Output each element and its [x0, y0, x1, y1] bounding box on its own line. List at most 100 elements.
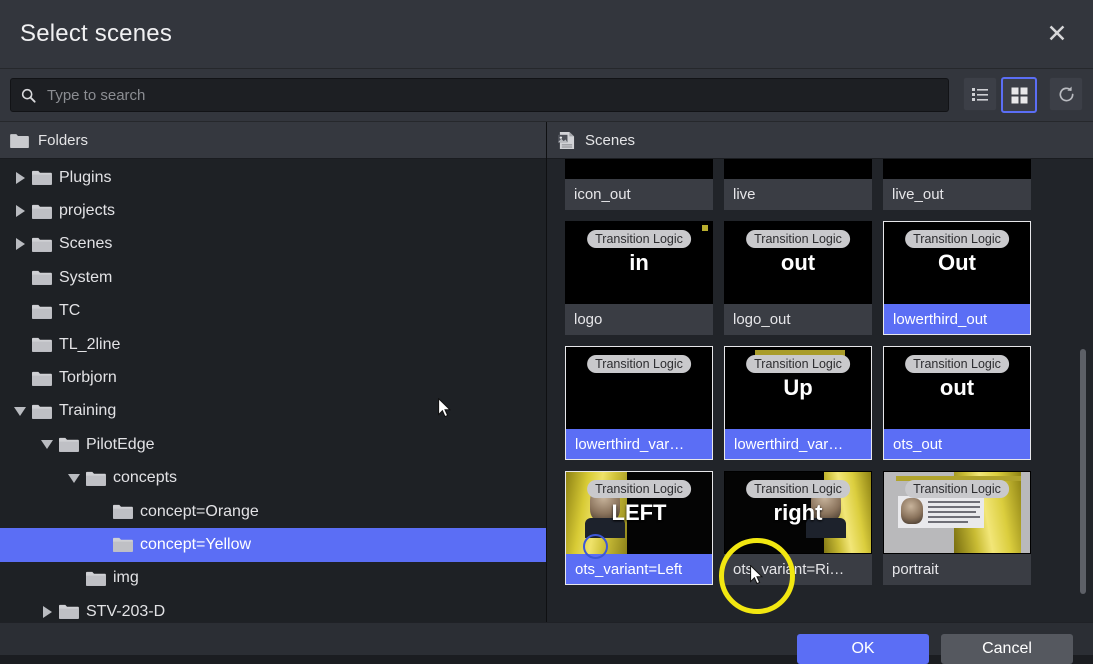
- folder-icon: [32, 371, 52, 386]
- scene-thumbnail-text: Out: [938, 250, 976, 276]
- scene-thumbnail[interactable]: rightTransition Logic: [724, 471, 872, 554]
- transition-logic-badge: Transition Logic: [905, 230, 1009, 248]
- tree-twisty[interactable]: [62, 474, 86, 483]
- scene-thumbnail[interactable]: Out Transition Logic: [883, 221, 1031, 304]
- tree-twisty[interactable]: [8, 205, 32, 217]
- tree-twisty[interactable]: [8, 172, 32, 184]
- tree-item-concept-orange[interactable]: concept=Orange: [0, 495, 546, 528]
- folders-pane: Folders Plugins projects ScenesSystem TC TL_…: [0, 122, 547, 622]
- folder-icon: [32, 304, 52, 319]
- folder-icon: [86, 471, 106, 486]
- tree-item-concepts[interactable]: concepts: [0, 462, 546, 495]
- dialog-title: Select scenes: [0, 20, 172, 48]
- scene-tile[interactable]: out Transition Logic logo_out: [724, 221, 872, 335]
- tree-item-system[interactable]: System: [0, 261, 546, 294]
- folders-pane-header: Folders: [0, 122, 546, 159]
- scene-tile[interactable]: outicon_out: [565, 159, 713, 210]
- tree-twisty[interactable]: [35, 606, 59, 618]
- chevron-right-icon: [16, 172, 25, 184]
- scene-thumbnail[interactable]: out: [883, 159, 1031, 179]
- tree-item-training[interactable]: Training: [0, 395, 546, 428]
- tree-item-tl-2line[interactable]: TL_2line: [0, 328, 546, 361]
- transition-logic-badge: Transition Logic: [746, 230, 850, 248]
- scene-thumbnail[interactable]: UpTransition Logic: [724, 346, 872, 429]
- scene-tile[interactable]: LEFTTransition Logicots_variant=Left: [565, 471, 713, 585]
- scene-tile[interactable]: outTransition Logicots_out: [883, 346, 1031, 460]
- scene-tile[interactable]: outlive_out: [883, 159, 1031, 210]
- status-dot-icon: [702, 225, 708, 231]
- chevron-right-icon: [43, 606, 52, 618]
- tree-twisty[interactable]: [8, 238, 32, 250]
- scene-thumbnail-text: LEFT: [612, 500, 667, 526]
- scene-tile-caption: ots_variant=Ri…: [724, 554, 872, 585]
- folder-icon: [113, 504, 133, 519]
- tree-item-label: TC: [59, 302, 80, 320]
- cancel-button[interactable]: Cancel: [941, 634, 1073, 664]
- scene-thumbnail-text: out: [940, 375, 974, 401]
- tree-item-label: Plugins: [59, 169, 111, 187]
- folder-icon: [59, 604, 79, 619]
- folder-icon: [32, 404, 52, 419]
- transition-logic-badge: Transition Logic: [587, 230, 691, 248]
- scene-tile[interactable]: inlive: [724, 159, 872, 210]
- grid-view-button[interactable]: [1001, 77, 1037, 113]
- scene-thumbnail[interactable]: out Transition Logic: [724, 221, 872, 304]
- tree-item-scenes[interactable]: Scenes: [0, 228, 546, 261]
- scene-thumbnail[interactable]: LEFTTransition Logic: [565, 471, 713, 554]
- scene-thumbnail[interactable]: out: [565, 159, 713, 179]
- tree-item-torbjorn[interactable]: Torbjorn: [0, 361, 546, 394]
- scene-thumbnail[interactable]: in: [724, 159, 872, 179]
- scenes-grid-scrollbar-thumb[interactable]: [1080, 349, 1086, 594]
- scene-tile[interactable]: in Transition Logic logo: [565, 221, 713, 335]
- scene-tile-caption: logo: [565, 304, 713, 335]
- scene-tile-caption: lowerthird_out: [883, 304, 1031, 335]
- scenes-pane: Scenes outicon_outinliveoutlive_outinTra…: [547, 122, 1093, 622]
- scene-tile[interactable]: Transition Logiclowerthird_var…: [565, 346, 713, 460]
- scene-tile[interactable]: Out Transition Logic lowerthird_out: [883, 221, 1031, 335]
- scene-tile-caption: logo_out: [724, 304, 872, 335]
- tree-item-projects[interactable]: projects: [0, 194, 546, 227]
- ok-button[interactable]: OK: [797, 634, 929, 664]
- tree-twisty[interactable]: [35, 440, 59, 449]
- scene-thumbnail-text: in: [629, 250, 649, 276]
- tree-item-stv-203-d[interactable]: STV-203-D: [0, 595, 546, 622]
- tree-item-label: projects: [59, 202, 115, 220]
- view-mode-buttons: [959, 77, 1083, 113]
- scene-thumbnail[interactable]: Transition Logic: [565, 346, 713, 429]
- tree-item-label: concept=Orange: [140, 503, 259, 521]
- list-view-button[interactable]: [963, 77, 997, 111]
- folder-icon: [10, 133, 29, 148]
- tree-item-img[interactable]: img: [0, 562, 546, 595]
- folder-icon: [32, 270, 52, 285]
- scene-thumbnail[interactable]: Transition Logic: [883, 471, 1031, 554]
- scenes-pane-title: Scenes: [585, 132, 635, 149]
- scene-tile-caption: icon_out: [565, 179, 713, 210]
- scenes-grid-scroll[interactable]: outicon_outinliveoutlive_outinTransition…: [547, 159, 1093, 622]
- tree-item-label: TL_2line: [59, 336, 120, 354]
- scene-tile-caption: ots_out: [883, 429, 1031, 460]
- refresh-button[interactable]: [1049, 77, 1083, 111]
- close-icon[interactable]: ✕: [1029, 6, 1085, 62]
- tree-twisty[interactable]: [8, 407, 32, 416]
- search-input[interactable]: [45, 86, 938, 105]
- tree-item-concept-yellow[interactable]: concept=Yellow: [0, 528, 546, 561]
- folder-icon: [32, 204, 52, 219]
- scene-tile[interactable]: UpTransition Logiclowerthird_var…: [724, 346, 872, 460]
- scene-thumbnail-text: Up: [783, 375, 812, 401]
- refresh-icon: [1057, 85, 1076, 104]
- scenes-pane-header: Scenes: [547, 122, 1093, 159]
- tree-item-pilotedge[interactable]: PilotEdge: [0, 428, 546, 461]
- folder-tree-scroll[interactable]: Plugins projects ScenesSystem TC TL_2line Tor…: [0, 159, 546, 622]
- scene-tile[interactable]: Transition Logicportrait: [883, 471, 1031, 585]
- scene-thumbnail-text: out: [781, 250, 815, 276]
- scene-thumbnail[interactable]: in Transition Logic: [565, 221, 713, 304]
- tree-item-plugins[interactable]: Plugins: [0, 161, 546, 194]
- search-box[interactable]: [10, 78, 949, 112]
- scene-tile-caption: lowerthird_var…: [565, 429, 713, 460]
- transition-logic-badge: Transition Logic: [905, 480, 1009, 498]
- scene-tile[interactable]: rightTransition Logicots_variant=Ri…: [724, 471, 872, 585]
- folder-icon: [32, 337, 52, 352]
- search-icon: [21, 88, 36, 103]
- scene-thumbnail[interactable]: outTransition Logic: [883, 346, 1031, 429]
- tree-item-tc[interactable]: TC: [0, 295, 546, 328]
